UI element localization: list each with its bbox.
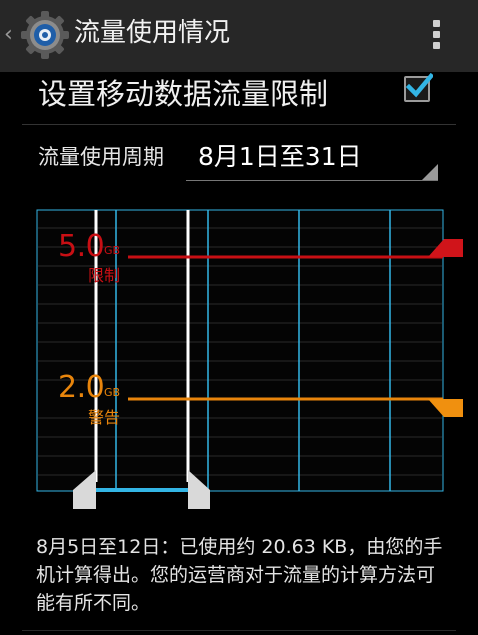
divider [22,630,456,631]
warning-value[interactable]: 2.0 [58,371,105,405]
page-title: 流量使用情况 [74,18,231,48]
checkmark-icon [405,72,433,98]
usage-cycle-label: 流量使用周期 [38,145,164,169]
usage-summary: 8月5日至12日：已使用约 20.63 KB，由您的手机计算得出。您的运营商对于… [36,536,443,614]
overflow-menu-icon[interactable] [426,18,448,52]
data-usage-chart: 5.0 GB 限制 2.0 GB 警告 [0,200,478,520]
gear-icon[interactable] [20,10,70,60]
chevron-left-icon[interactable]: ‹ [4,22,13,48]
set-data-limit-row[interactable]: 设置移动数据流量限制 [0,72,478,124]
divider [22,124,456,125]
limit-unit: GB [104,244,121,257]
limit-label: 限制 [88,266,121,285]
usage-cycle-spinner[interactable]: 8月1日至31日 [186,136,438,181]
spinner-arrow-icon [422,164,438,180]
warning-label: 警告 [88,408,121,427]
usage-cycle-value: 8月1日至31日 [198,142,362,171]
data-limit-checkbox[interactable] [404,72,433,102]
set-data-limit-label: 设置移动数据流量限制 [38,77,329,111]
warning-unit: GB [104,386,121,399]
action-bar: ‹ 流量使用情况 [0,0,478,72]
limit-value[interactable]: 5.0 [58,230,105,264]
